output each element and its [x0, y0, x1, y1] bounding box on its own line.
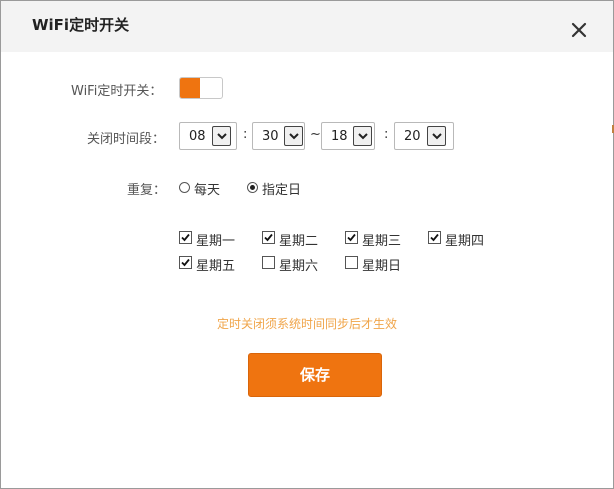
wifi-schedule-toggle[interactable]	[179, 77, 223, 99]
period-label: 关闭时间段：	[87, 132, 166, 147]
end-hour-value: 18	[331, 129, 348, 144]
day-label: 星期一	[196, 234, 236, 249]
day-label: 星期日	[362, 259, 402, 274]
wifi-schedule-dialog: WiFi定时开关 WiFi定时开关： 关闭时间段： 08 : 30 ~ 18 :…	[0, 0, 614, 489]
day-label: 星期五	[196, 259, 236, 274]
end-hour-select[interactable]: 18	[321, 122, 375, 150]
chevron-down-icon	[212, 126, 231, 146]
day-label: 星期二	[279, 234, 319, 249]
start-minute-select[interactable]: 30	[252, 122, 305, 150]
time-colon: :	[384, 127, 389, 142]
day-label: 星期六	[279, 259, 319, 274]
radio-every-day-label: 每天	[194, 183, 221, 198]
start-minute-value: 30	[262, 129, 279, 144]
day-label: 星期四	[445, 234, 485, 249]
checkbox-checked-icon	[345, 231, 358, 244]
checkbox-checked-icon	[179, 256, 192, 269]
close-icon[interactable]	[569, 20, 589, 40]
end-minute-select[interactable]: 20	[394, 122, 454, 150]
dialog-header: WiFi定时开关	[1, 1, 613, 52]
start-hour-value: 08	[189, 129, 206, 144]
chevron-down-icon	[284, 126, 303, 146]
checkbox-unchecked-icon	[262, 256, 275, 269]
chevron-down-icon	[353, 126, 372, 146]
checkbox-checked-icon	[179, 231, 192, 244]
dialog-title: WiFi定时开关	[32, 16, 130, 34]
checkbox-checked-icon	[262, 231, 275, 244]
chevron-down-icon	[427, 126, 446, 146]
start-hour-select[interactable]: 08	[179, 122, 237, 150]
checkbox-checked-icon	[428, 231, 441, 244]
radio-checked-icon	[247, 182, 258, 193]
end-minute-value: 20	[404, 129, 421, 144]
radio-specified-days-label: 指定日	[262, 183, 302, 198]
checkbox-unchecked-icon	[345, 256, 358, 269]
wifi-toggle-label: WiFi定时开关：	[71, 84, 163, 99]
radio-unchecked-icon	[179, 182, 190, 193]
day-label: 星期三	[362, 234, 402, 249]
time-colon: :	[243, 127, 248, 142]
toggle-on-fill	[180, 78, 200, 98]
range-separator: ~	[310, 127, 321, 142]
repeat-label: 重复：	[127, 183, 167, 198]
sync-notice: 定时关闭须系统时间同步后才生效	[216, 317, 397, 331]
save-button[interactable]: 保存	[248, 353, 382, 397]
